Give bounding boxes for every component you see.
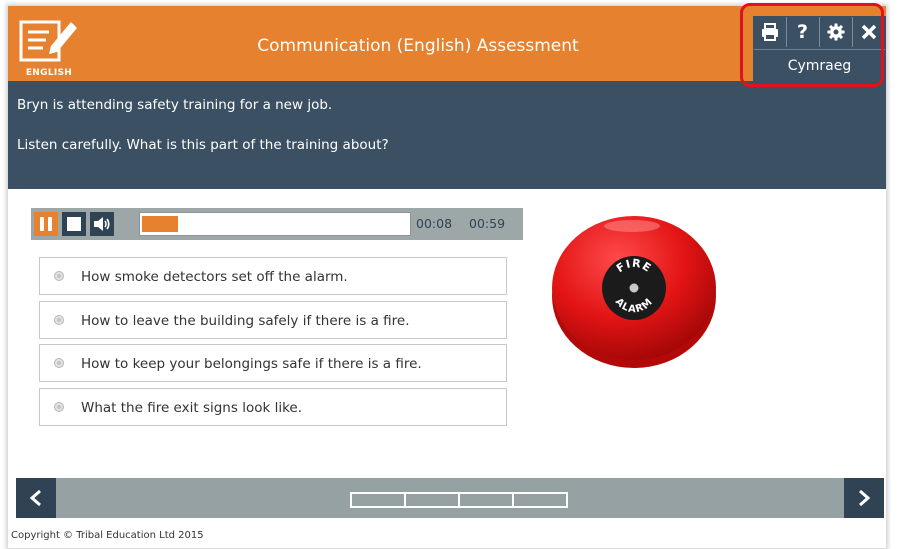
next-button[interactable] (844, 478, 884, 518)
audio-progress-fill (142, 216, 178, 232)
step-indicator-4[interactable] (514, 494, 566, 506)
answer-option-text: How smoke detectors set off the alarm. (81, 269, 348, 285)
assessment-window: ENGLISH Communication (English) Assessme… (8, 6, 886, 548)
previous-button[interactable] (16, 478, 56, 518)
speaker-icon (94, 217, 110, 231)
stop-button[interactable] (62, 212, 86, 236)
total-time: 00:59 (469, 216, 506, 231)
answer-option[interactable]: How to leave the building safely if ther… (39, 301, 507, 339)
highlight-box (740, 3, 884, 87)
answer-option-text: How to keep your belongings safe if ther… (81, 356, 422, 372)
answer-option[interactable]: What the fire exit signs look like. (39, 388, 507, 426)
radio-button[interactable] (54, 315, 64, 325)
copyright-notice: Copyright © Tribal Education Ltd 2015 (11, 530, 204, 541)
chevron-right-icon (859, 489, 871, 507)
answer-option[interactable]: How smoke detectors set off the alarm. (39, 257, 507, 295)
question-prompt: Listen carefully. What is this part of t… (17, 137, 389, 153)
radio-button[interactable] (54, 271, 64, 281)
navigation-bar (16, 478, 884, 518)
pause-icon (40, 217, 52, 231)
answer-option-text: What the fire exit signs look like. (81, 400, 303, 416)
answer-option-text: How to leave the building safely if ther… (81, 313, 410, 329)
stop-icon (67, 217, 81, 231)
question-context: Bryn is attending safety training for a … (17, 97, 333, 113)
pause-button[interactable] (34, 212, 58, 236)
volume-button[interactable] (90, 212, 114, 236)
question-panel: Bryn is attending safety training for a … (8, 81, 886, 189)
question-steps (350, 492, 568, 508)
step-indicator-3[interactable] (460, 494, 514, 506)
audio-player: 00:08 00:59 (31, 208, 523, 240)
radio-button[interactable] (54, 402, 64, 412)
audio-progress-track[interactable] (139, 212, 411, 236)
answer-option[interactable]: How to keep your belongings safe if ther… (39, 344, 507, 382)
radio-button[interactable] (54, 358, 64, 368)
step-indicator-1[interactable] (352, 494, 406, 506)
fire-alarm-bell-image: FIRE ALARM (548, 204, 720, 372)
logo-label: ENGLISH (25, 68, 73, 78)
page-title: Communication (English) Assessment (257, 36, 579, 56)
notepad-pencil-icon (19, 20, 77, 62)
step-indicator-2[interactable] (406, 494, 460, 506)
chevron-left-icon (29, 489, 41, 507)
english-logo: ENGLISH (19, 16, 83, 78)
current-time: 00:08 (416, 216, 453, 231)
fire-alarm-bell-icon: FIRE ALARM (552, 216, 716, 368)
